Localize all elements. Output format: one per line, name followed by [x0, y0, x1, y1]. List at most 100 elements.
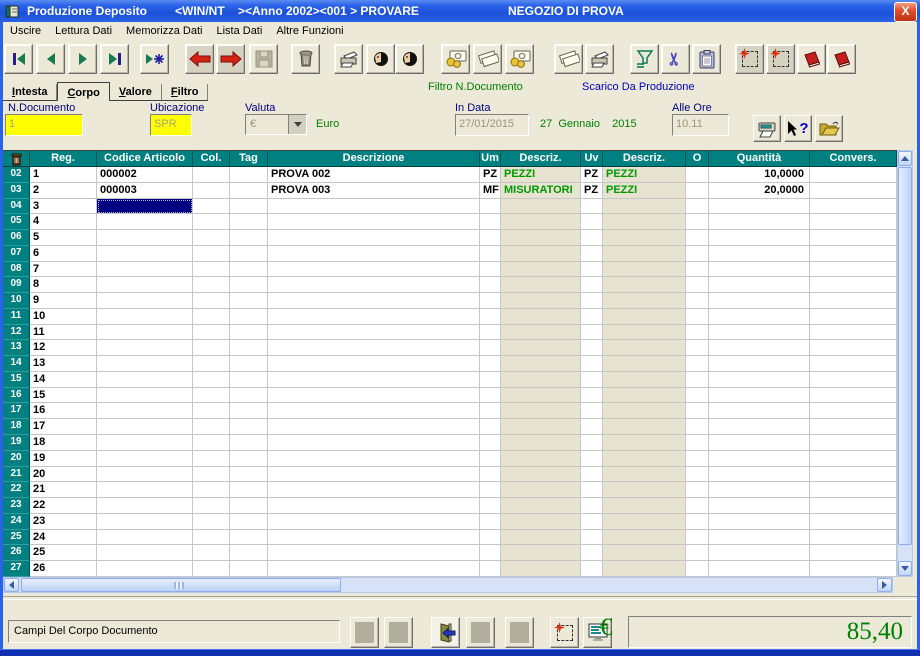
cell-qta[interactable]	[709, 561, 810, 577]
cell-uv[interactable]	[581, 498, 603, 514]
print-button-2[interactable]	[585, 44, 614, 74]
banknotes-button-2[interactable]	[554, 44, 583, 74]
cell-codice[interactable]	[97, 403, 193, 419]
selection-sparkle-button-3[interactable]	[550, 617, 579, 648]
cell-descr2[interactable]	[603, 246, 686, 262]
cell-descr2[interactable]	[603, 419, 686, 435]
cell-qta[interactable]	[709, 277, 810, 293]
cell-conv[interactable]	[810, 467, 897, 483]
indata-field[interactable]: 27/01/2015	[455, 114, 529, 136]
cell-codice[interactable]	[97, 262, 193, 278]
cell-o[interactable]	[686, 340, 709, 356]
cell-col[interactable]	[193, 561, 230, 577]
cell-descrizione[interactable]	[268, 435, 480, 451]
blank-button-1[interactable]	[350, 617, 379, 648]
cell-codice[interactable]	[97, 498, 193, 514]
cell-conv[interactable]	[810, 309, 897, 325]
cell-o[interactable]	[686, 167, 709, 183]
cell-num[interactable]: 24	[3, 514, 30, 530]
cell-codice[interactable]	[97, 293, 193, 309]
print-button[interactable]	[334, 44, 363, 74]
cell-tag[interactable]	[230, 167, 268, 183]
cell-o[interactable]	[686, 293, 709, 309]
cell-descr2[interactable]	[603, 277, 686, 293]
cell-um[interactable]	[480, 451, 501, 467]
cell-descrizione[interactable]	[268, 561, 480, 577]
cell-codice[interactable]	[97, 451, 193, 467]
cell-um[interactable]	[480, 435, 501, 451]
cell-qta[interactable]	[709, 435, 810, 451]
cell-o[interactable]	[686, 325, 709, 341]
paste-button[interactable]	[692, 44, 721, 74]
red-arrow-left-button[interactable]	[185, 44, 214, 74]
cell-o[interactable]	[686, 230, 709, 246]
menu-item-memorizza-dati[interactable]: Memorizza Dati	[119, 25, 209, 37]
cell-descr2[interactable]: PEZZI	[603, 167, 686, 183]
ndocumento-field[interactable]: 1	[5, 114, 83, 136]
cell-reg[interactable]: 10	[30, 309, 97, 325]
cell-descr2[interactable]	[603, 309, 686, 325]
cell-codice[interactable]	[97, 530, 193, 546]
cell-descr2[interactable]	[603, 388, 686, 404]
cell-descrizione[interactable]: PROVA 002	[268, 167, 480, 183]
open-folder-button[interactable]	[815, 115, 843, 142]
cell-qta[interactable]	[709, 514, 810, 530]
cell-descrizione[interactable]	[268, 277, 480, 293]
cell-col[interactable]	[193, 372, 230, 388]
cell-descrizione[interactable]	[268, 403, 480, 419]
cell-o[interactable]	[686, 214, 709, 230]
cell-conv[interactable]	[810, 214, 897, 230]
cell-o[interactable]	[686, 530, 709, 546]
cell-col[interactable]	[193, 262, 230, 278]
cell-qta[interactable]	[709, 230, 810, 246]
cell-descr1[interactable]	[501, 214, 581, 230]
cell-codice[interactable]	[97, 325, 193, 341]
cell-uv[interactable]	[581, 388, 603, 404]
cell-qta[interactable]	[709, 545, 810, 561]
cell-conv[interactable]	[810, 561, 897, 577]
cell-qta[interactable]	[709, 214, 810, 230]
cell-conv[interactable]	[810, 530, 897, 546]
cell-reg[interactable]: 15	[30, 388, 97, 404]
cell-descr1[interactable]	[501, 451, 581, 467]
cell-tag[interactable]	[230, 561, 268, 577]
cell-descr2[interactable]	[603, 498, 686, 514]
selection-sparkle-button-2[interactable]	[766, 44, 795, 74]
cell-col[interactable]	[193, 482, 230, 498]
cell-descrizione[interactable]	[268, 246, 480, 262]
delete-button[interactable]	[291, 44, 320, 74]
cell-num[interactable]: 15	[3, 372, 30, 388]
cell-codice[interactable]	[97, 419, 193, 435]
cell-descr1[interactable]: PEZZI	[501, 167, 581, 183]
cell-col[interactable]	[193, 199, 230, 215]
cell-tag[interactable]	[230, 435, 268, 451]
cell-tag[interactable]	[230, 467, 268, 483]
cell-descr2[interactable]	[603, 467, 686, 483]
cell-reg[interactable]: 20	[30, 467, 97, 483]
cell-descr2[interactable]	[603, 356, 686, 372]
cell-um[interactable]	[480, 561, 501, 577]
cell-um[interactable]	[480, 325, 501, 341]
cell-descr1[interactable]	[501, 435, 581, 451]
cell-num[interactable]: 04	[3, 199, 30, 215]
cell-descrizione[interactable]	[268, 545, 480, 561]
cell-uv[interactable]: PZ	[581, 183, 603, 199]
cell-col[interactable]	[193, 214, 230, 230]
cell-col[interactable]	[193, 167, 230, 183]
cell-qta[interactable]	[709, 309, 810, 325]
red-arrow-right-button[interactable]	[216, 44, 245, 74]
cell-o[interactable]	[686, 372, 709, 388]
cell-descrizione[interactable]	[268, 498, 480, 514]
cell-descrizione[interactable]: PROVA 003	[268, 183, 480, 199]
cell-o[interactable]	[686, 356, 709, 372]
cell-descr2[interactable]	[603, 230, 686, 246]
cell-um[interactable]	[480, 356, 501, 372]
valuta-dropdown-button[interactable]	[288, 115, 306, 134]
cell-uv[interactable]	[581, 435, 603, 451]
cell-descr1[interactable]	[501, 403, 581, 419]
cell-tag[interactable]	[230, 388, 268, 404]
cell-reg[interactable]: 7	[30, 262, 97, 278]
cell-descr1[interactable]	[501, 388, 581, 404]
cell-reg[interactable]: 22	[30, 498, 97, 514]
cell-descr2[interactable]	[603, 545, 686, 561]
